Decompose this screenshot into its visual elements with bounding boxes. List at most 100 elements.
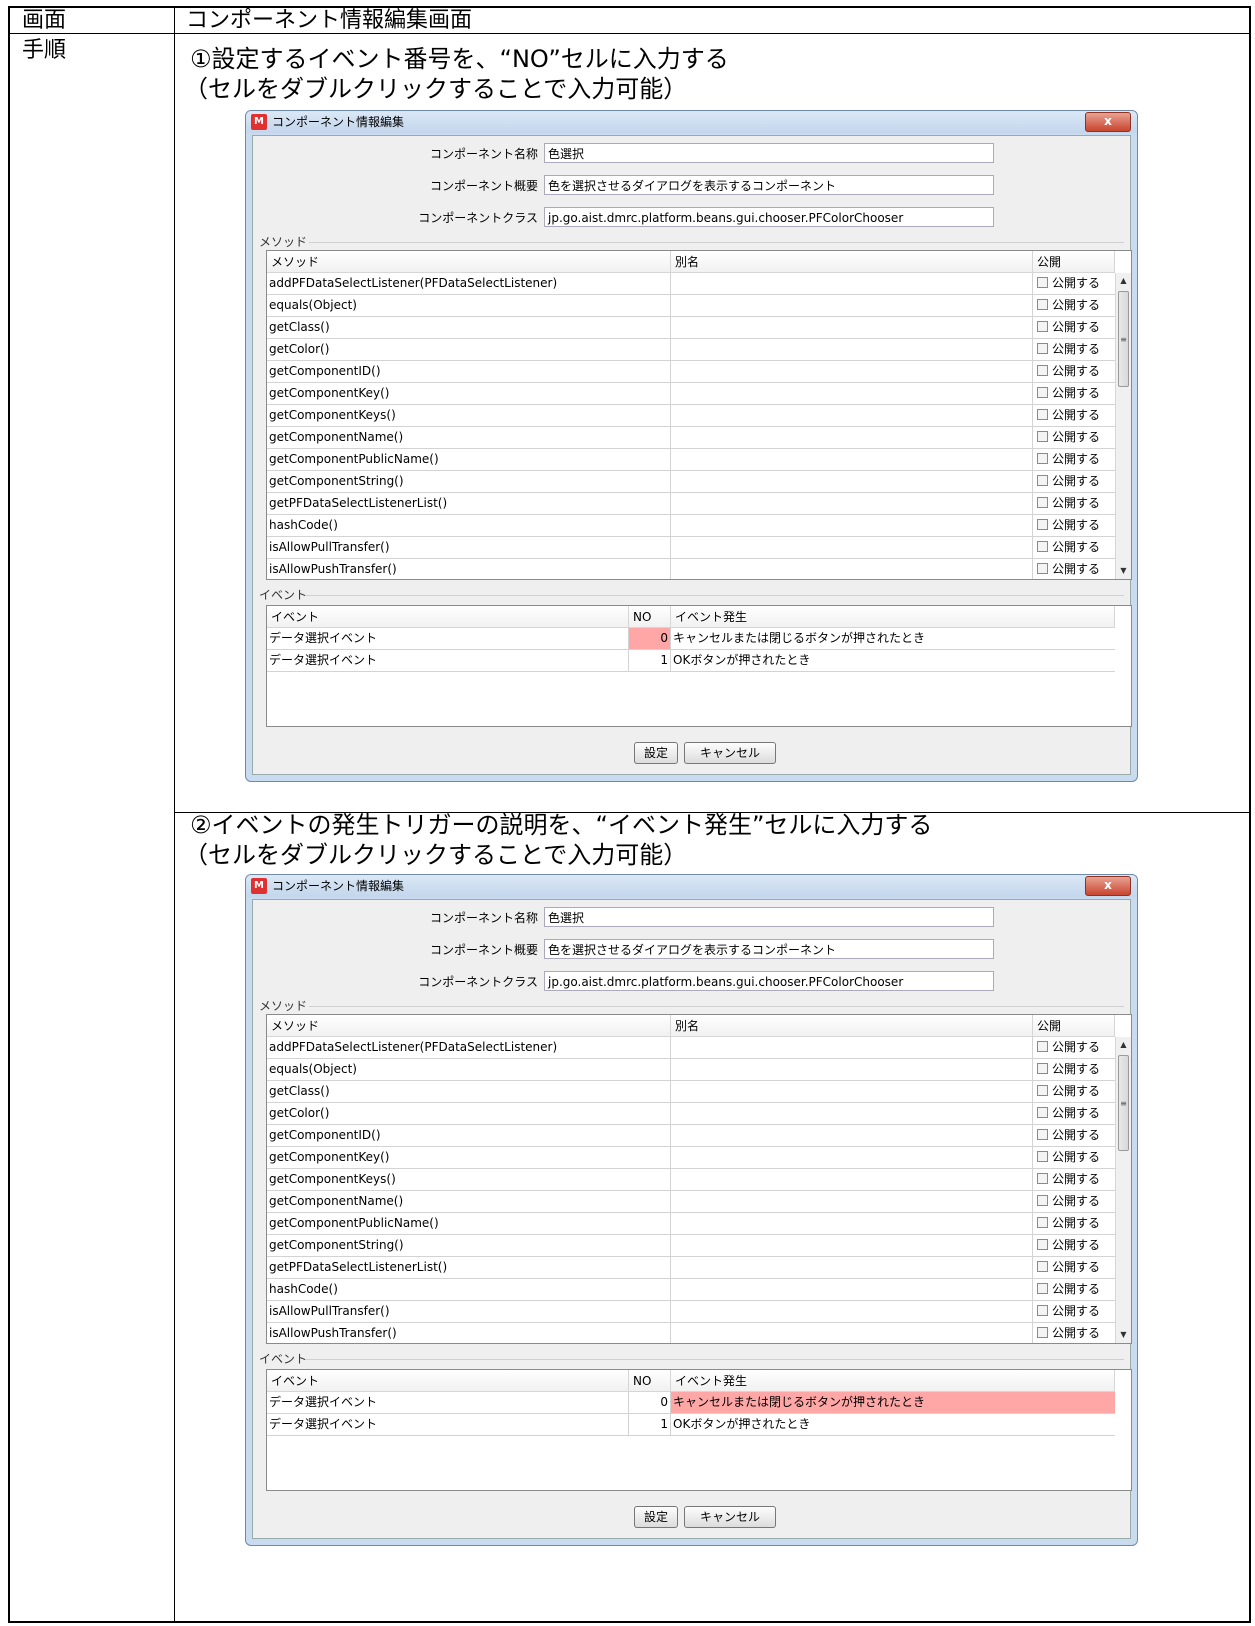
- method-scrollbar[interactable]: ▲ ≡ ▼: [1115, 273, 1131, 579]
- publish-cell[interactable]: 公開する: [1033, 493, 1115, 514]
- publish-cell[interactable]: 公開する: [1033, 383, 1115, 404]
- alias-cell[interactable]: [671, 1301, 1033, 1322]
- close-button[interactable]: x: [1085, 112, 1131, 132]
- alias-cell[interactable]: [671, 1323, 1033, 1343]
- publish-cell[interactable]: 公開する: [1033, 1037, 1115, 1058]
- event-trigger-cell[interactable]: OKボタンが押されたとき: [671, 1414, 1115, 1435]
- alias-cell[interactable]: [671, 1235, 1033, 1256]
- publish-cell[interactable]: 公開する: [1033, 1257, 1115, 1278]
- alias-cell[interactable]: [671, 1103, 1033, 1124]
- publish-cell[interactable]: 公開する: [1033, 515, 1115, 536]
- alias-cell[interactable]: [671, 1125, 1033, 1146]
- event-no-cell[interactable]: 1: [629, 1414, 671, 1435]
- method-row[interactable]: getColor() 公開する: [267, 1103, 1115, 1125]
- publish-checkbox[interactable]: [1037, 1085, 1048, 1096]
- event-row[interactable]: データ選択イベント 0 キャンセルまたは閉じるボタンが押されたとき: [267, 1392, 1115, 1414]
- publish-cell[interactable]: 公開する: [1033, 1169, 1115, 1190]
- publish-cell[interactable]: 公開する: [1033, 1279, 1115, 1300]
- alias-cell[interactable]: [671, 1191, 1033, 1212]
- publish-checkbox[interactable]: [1037, 321, 1048, 332]
- method-row[interactable]: addPFDataSelectListener(PFDataSelectList…: [267, 1037, 1115, 1059]
- scroll-thumb[interactable]: ≡: [1118, 291, 1129, 387]
- alias-cell[interactable]: [671, 1059, 1033, 1080]
- publish-checkbox[interactable]: [1037, 1129, 1048, 1140]
- method-row[interactable]: getClass() 公開する: [267, 1081, 1115, 1103]
- alias-cell[interactable]: [671, 383, 1033, 404]
- publish-checkbox[interactable]: [1037, 519, 1048, 530]
- publish-checkbox[interactable]: [1037, 497, 1048, 508]
- publish-cell[interactable]: 公開する: [1033, 1103, 1115, 1124]
- alias-cell[interactable]: [671, 1081, 1033, 1102]
- event-trigger-cell[interactable]: OKボタンが押されたとき: [671, 650, 1115, 671]
- publish-checkbox[interactable]: [1037, 431, 1048, 442]
- no-column-header[interactable]: NO: [629, 1370, 671, 1392]
- publish-cell[interactable]: 公開する: [1033, 1323, 1115, 1343]
- ok-button[interactable]: 設定: [634, 742, 678, 764]
- publish-checkbox[interactable]: [1037, 475, 1048, 486]
- event-no-cell[interactable]: 1: [629, 650, 671, 671]
- publish-checkbox[interactable]: [1037, 387, 1048, 398]
- method-row[interactable]: getComponentName() 公開する: [267, 1191, 1115, 1213]
- publish-checkbox[interactable]: [1037, 1217, 1048, 1228]
- method-column-header[interactable]: メソッド: [267, 251, 671, 273]
- method-column-header[interactable]: メソッド: [267, 1015, 671, 1037]
- publish-checkbox[interactable]: [1037, 365, 1048, 376]
- method-row[interactable]: getComponentName() 公開する: [267, 427, 1115, 449]
- alias-cell[interactable]: [671, 1147, 1033, 1168]
- alias-cell[interactable]: [671, 361, 1033, 382]
- method-row[interactable]: getPFDataSelectListenerList() 公開する: [267, 493, 1115, 515]
- component-name-field[interactable]: 色選択: [544, 143, 994, 163]
- scroll-up-icon[interactable]: ▲: [1116, 1037, 1131, 1053]
- method-row[interactable]: addPFDataSelectListener(PFDataSelectList…: [267, 273, 1115, 295]
- method-row[interactable]: getColor() 公開する: [267, 339, 1115, 361]
- alias-column-header[interactable]: 別名: [671, 1015, 1033, 1037]
- publish-checkbox[interactable]: [1037, 1239, 1048, 1250]
- alias-cell[interactable]: [671, 1257, 1033, 1278]
- publish-checkbox[interactable]: [1037, 1195, 1048, 1206]
- publish-checkbox[interactable]: [1037, 563, 1048, 574]
- publish-checkbox[interactable]: [1037, 541, 1048, 552]
- ok-button[interactable]: 設定: [634, 1506, 678, 1528]
- event-row[interactable]: データ選択イベント 1 OKボタンが押されたとき: [267, 650, 1115, 672]
- alias-cell[interactable]: [671, 515, 1033, 536]
- alias-cell[interactable]: [671, 295, 1033, 316]
- publish-cell[interactable]: 公開する: [1033, 317, 1115, 338]
- publish-cell[interactable]: 公開する: [1033, 1125, 1115, 1146]
- method-row[interactable]: isAllowPushTransfer() 公開する: [267, 1323, 1115, 1343]
- publish-cell[interactable]: 公開する: [1033, 449, 1115, 470]
- publish-checkbox[interactable]: [1037, 1327, 1048, 1338]
- component-class-field[interactable]: jp.go.aist.dmrc.platform.beans.gui.choos…: [544, 971, 994, 991]
- publish-checkbox[interactable]: [1037, 277, 1048, 288]
- alias-cell[interactable]: [671, 537, 1033, 558]
- alias-cell[interactable]: [671, 339, 1033, 360]
- event-no-cell[interactable]: 0: [629, 1392, 671, 1413]
- method-row[interactable]: getComponentString() 公開する: [267, 1235, 1115, 1257]
- alias-cell[interactable]: [671, 273, 1033, 294]
- method-row[interactable]: getComponentKeys() 公開する: [267, 405, 1115, 427]
- alias-column-header[interactable]: 別名: [671, 251, 1033, 273]
- publish-cell[interactable]: 公開する: [1033, 559, 1115, 579]
- component-summary-field[interactable]: 色を選択させるダイアログを表示するコンポーネント: [544, 175, 994, 195]
- publish-checkbox[interactable]: [1037, 409, 1048, 420]
- publish-checkbox[interactable]: [1037, 1305, 1048, 1316]
- component-class-field[interactable]: jp.go.aist.dmrc.platform.beans.gui.choos…: [544, 207, 994, 227]
- alias-cell[interactable]: [671, 405, 1033, 426]
- alias-cell[interactable]: [671, 493, 1033, 514]
- publish-cell[interactable]: 公開する: [1033, 273, 1115, 294]
- method-row[interactable]: getComponentID() 公開する: [267, 1125, 1115, 1147]
- method-row[interactable]: getComponentPublicName() 公開する: [267, 449, 1115, 471]
- alias-cell[interactable]: [671, 1213, 1033, 1234]
- trigger-column-header[interactable]: イベント発生: [671, 1370, 1115, 1392]
- component-summary-field[interactable]: 色を選択させるダイアログを表示するコンポーネント: [544, 939, 994, 959]
- no-column-header[interactable]: NO: [629, 606, 671, 628]
- publish-checkbox[interactable]: [1037, 1173, 1048, 1184]
- scroll-down-icon[interactable]: ▼: [1116, 1327, 1131, 1343]
- publish-checkbox[interactable]: [1037, 1151, 1048, 1162]
- publish-column-header[interactable]: 公開: [1033, 1015, 1115, 1037]
- method-row[interactable]: getClass() 公開する: [267, 317, 1115, 339]
- alias-cell[interactable]: [671, 471, 1033, 492]
- alias-cell[interactable]: [671, 1037, 1033, 1058]
- publish-checkbox[interactable]: [1037, 1063, 1048, 1074]
- scroll-thumb[interactable]: ≡: [1118, 1055, 1129, 1151]
- method-row[interactable]: hashCode() 公開する: [267, 515, 1115, 537]
